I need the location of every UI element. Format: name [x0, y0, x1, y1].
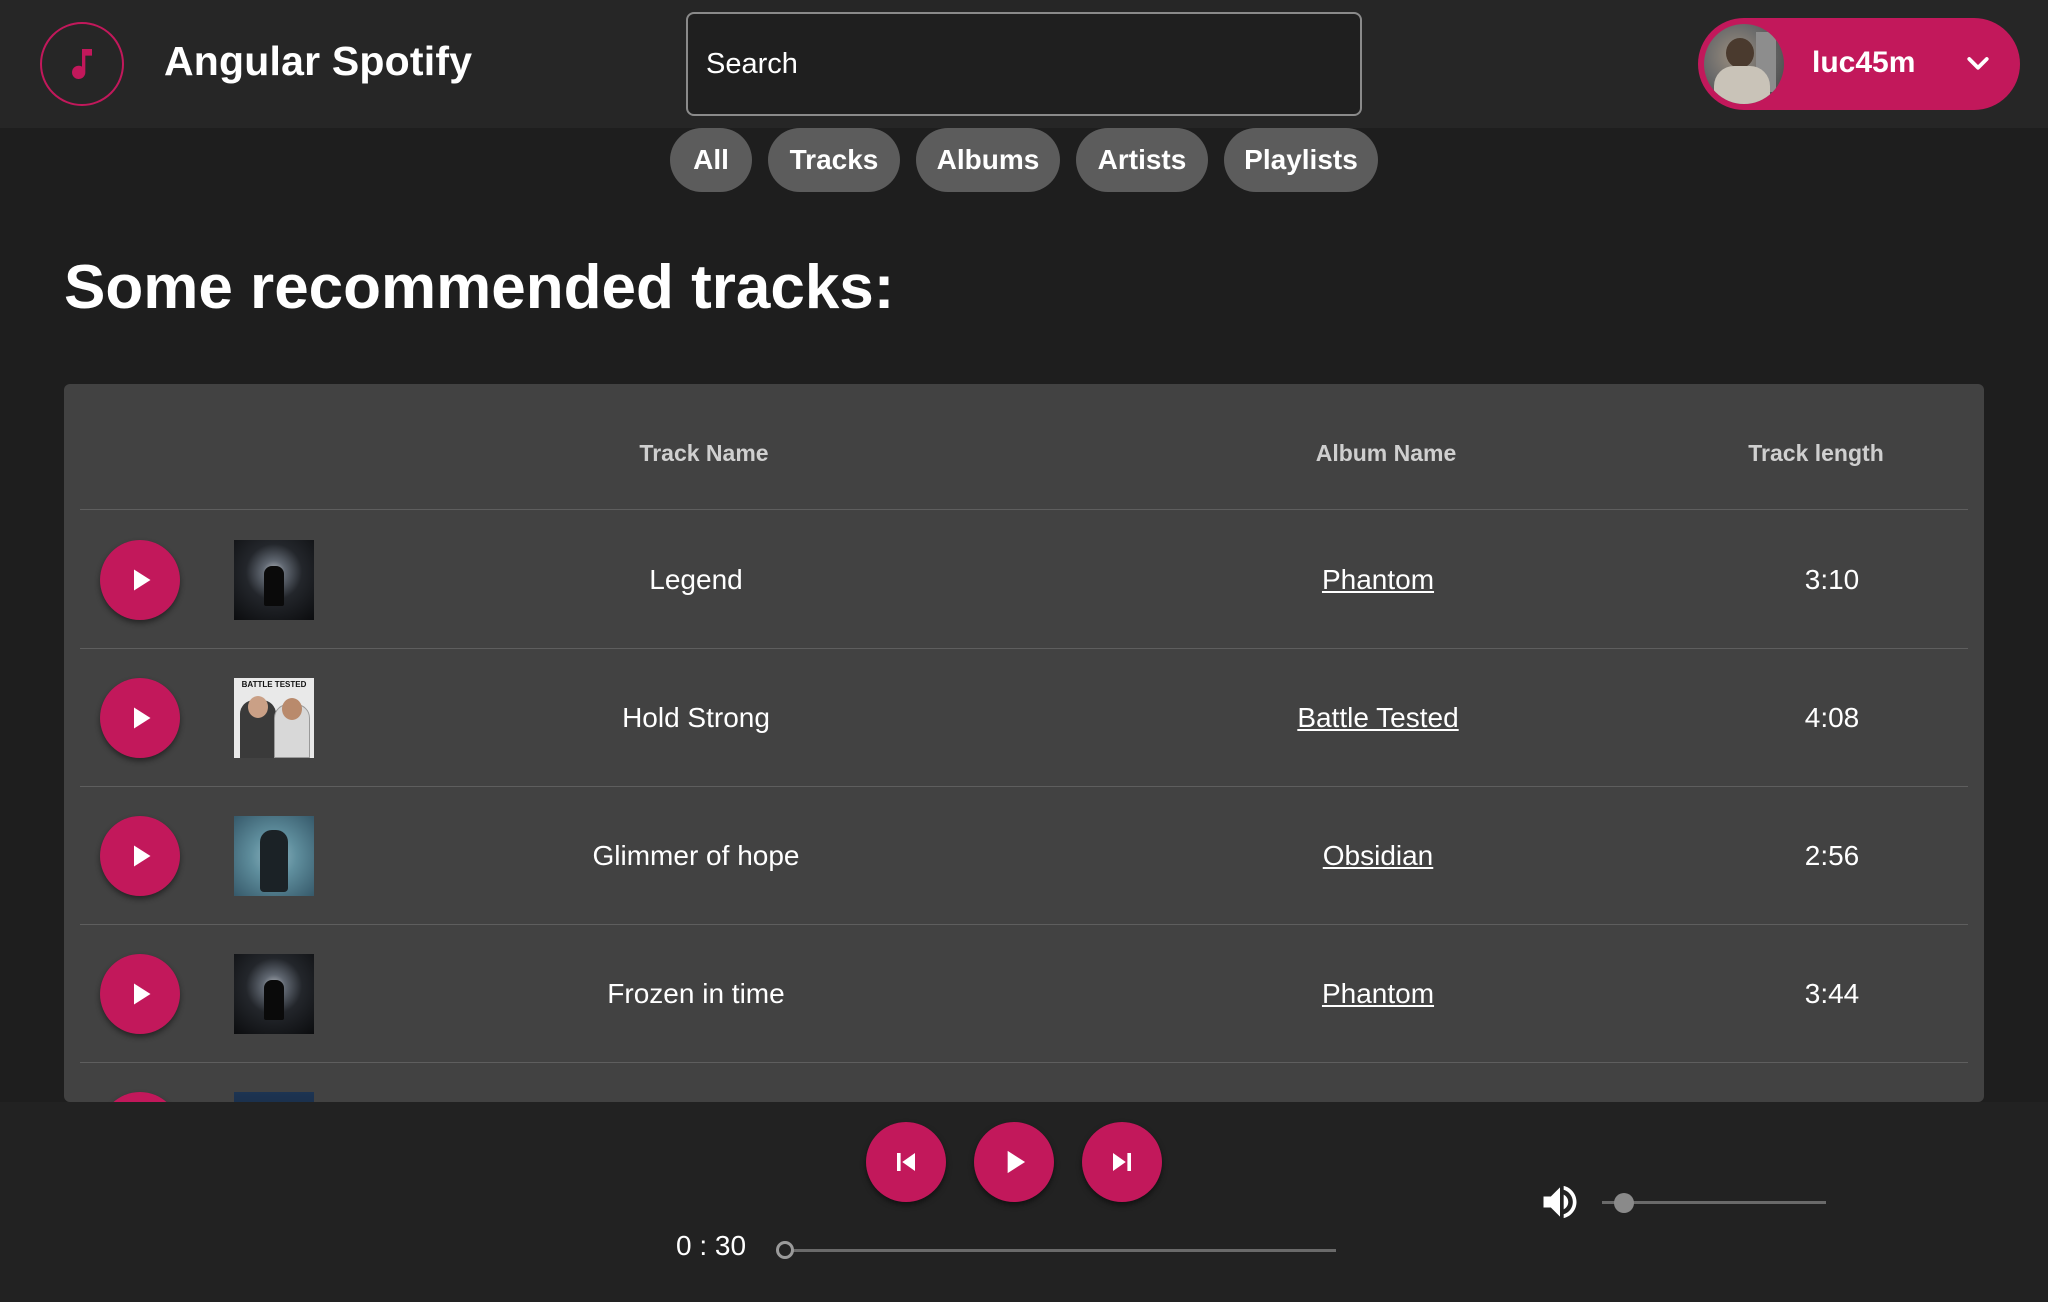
- column-header-track-length: Track length: [1748, 440, 1884, 466]
- play-icon: [134, 845, 151, 867]
- album-link[interactable]: Battle Tested: [1297, 702, 1458, 734]
- avatar: [1704, 24, 1784, 104]
- column-header-album-name: Album Name: [1315, 440, 1457, 466]
- app-title: Angular Spotify: [164, 38, 473, 84]
- table-row: Legend Phantom 3:10: [80, 511, 1968, 649]
- track-length: 3:10: [1804, 564, 1860, 595]
- username: luc45m: [1812, 46, 1916, 79]
- search-box[interactable]: [686, 12, 1362, 116]
- track-name: Hold Strong: [622, 702, 770, 733]
- album-link-cell: Phantom: [1322, 925, 1434, 1063]
- table-row: [80, 1063, 1968, 1102]
- table-row: Glimmer of hope Obsidian 2:56: [80, 787, 1968, 925]
- skip-next-icon: [1113, 1153, 1131, 1171]
- play-pause-button[interactable]: [974, 1122, 1054, 1202]
- page-title: Some recommended tracks:: [64, 253, 895, 322]
- album-link-cell: Battle Tested: [1297, 649, 1458, 787]
- music-note-icon: [72, 49, 92, 80]
- album-link[interactable]: Obsidian: [1323, 840, 1434, 872]
- track-length: 3:44: [1804, 978, 1860, 1009]
- app-logo[interactable]: [40, 22, 124, 106]
- album-link[interactable]: Phantom: [1322, 978, 1434, 1010]
- skip-previous-icon: [897, 1153, 915, 1171]
- play-track-button[interactable]: [100, 1092, 180, 1102]
- filter-chips: All Tracks Albums Artists Playlists: [0, 128, 2048, 192]
- album-cover-title: BATTLE TESTED: [241, 680, 307, 689]
- filter-chip-all[interactable]: All: [670, 128, 752, 192]
- current-time: 0 : 30: [676, 1230, 747, 1261]
- previous-track-button[interactable]: [866, 1122, 946, 1202]
- volume-slider-track[interactable]: [1602, 1201, 1826, 1204]
- filter-chip-artists[interactable]: Artists: [1076, 128, 1208, 192]
- volume-button[interactable]: [1538, 1180, 1582, 1224]
- track-name: Legend: [649, 564, 743, 595]
- progress-slider-track[interactable]: [784, 1249, 1336, 1252]
- album-link-cell: Obsidian: [1323, 787, 1434, 925]
- filter-chip-playlists[interactable]: Playlists: [1224, 128, 1378, 192]
- play-icon: [134, 983, 151, 1005]
- play-track-button[interactable]: [100, 816, 180, 896]
- top-bar: Angular Spotify luc45m: [0, 0, 2048, 128]
- user-menu-button[interactable]: luc45m: [1698, 18, 2020, 110]
- play-icon: [134, 569, 151, 591]
- search-input[interactable]: [706, 14, 1342, 114]
- play-icon: [1007, 1150, 1026, 1174]
- album-link[interactable]: Phantom: [1322, 564, 1434, 596]
- table-row: BATTLE TESTED Hold Strong Battle Tested …: [80, 649, 1968, 787]
- album-cover: [234, 1092, 314, 1102]
- table-header: Track Name Album Name Track length: [80, 384, 1968, 510]
- volume-slider-thumb[interactable]: [1614, 1193, 1634, 1213]
- progress-slider-thumb[interactable]: [776, 1241, 794, 1259]
- play-icon: [134, 707, 151, 729]
- volume-up-icon: [1543, 1185, 1577, 1219]
- album-cover: [234, 540, 314, 620]
- player-bar: 0 : 30: [0, 1102, 2048, 1302]
- filter-chip-albums[interactable]: Albums: [916, 128, 1060, 192]
- play-track-button[interactable]: [100, 540, 180, 620]
- play-track-button[interactable]: [100, 678, 180, 758]
- next-track-button[interactable]: [1082, 1122, 1162, 1202]
- table-row: Frozen in time Phantom 3:44: [80, 925, 1968, 1063]
- album-link-cell: Phantom: [1322, 511, 1434, 649]
- tracks-table: Track Name Album Name Track length Legen…: [64, 384, 1984, 1102]
- track-name: Frozen in time: [607, 978, 785, 1009]
- album-cover: BATTLE TESTED: [234, 678, 314, 758]
- album-cover: [234, 954, 314, 1034]
- track-length: 4:08: [1804, 702, 1860, 733]
- chevron-down-icon: [1960, 46, 1996, 82]
- filter-chip-tracks[interactable]: Tracks: [768, 128, 900, 192]
- track-name: Glimmer of hope: [592, 840, 800, 871]
- track-length: 2:56: [1804, 840, 1860, 871]
- album-cover: [234, 816, 314, 896]
- play-track-button[interactable]: [100, 954, 180, 1034]
- column-header-track-name: Track Name: [639, 440, 769, 466]
